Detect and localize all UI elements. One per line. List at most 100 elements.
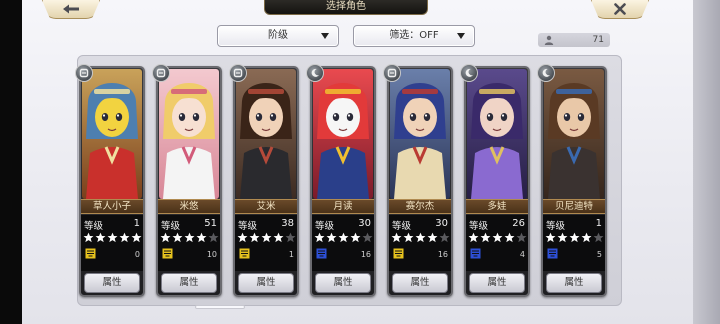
star-icon [131, 232, 142, 243]
star-icon [439, 232, 450, 243]
star-icon [83, 232, 94, 243]
star-icon [569, 232, 580, 243]
character-name: 艾米 [235, 199, 297, 214]
character-portrait[interactable] [390, 69, 450, 199]
character-portrait-art [313, 69, 373, 199]
star-icon [403, 232, 414, 243]
rank-icon [85, 248, 96, 259]
character-card[interactable]: 草人小子 等级 1 0 属性 [75, 64, 145, 297]
character-portrait[interactable] [159, 69, 219, 199]
star-rating [468, 232, 527, 243]
star-icon [415, 232, 426, 243]
star-icon [184, 232, 195, 243]
star-icon [391, 232, 402, 243]
character-card[interactable]: 贝尼迪特 等级 1 5 属性 [537, 64, 607, 297]
character-portrait[interactable] [313, 69, 373, 199]
star-icon [468, 232, 479, 243]
level-value: 1 [595, 218, 602, 229]
level-label: 等级 [546, 221, 566, 232]
character-stats: 等级 38 1 [235, 215, 297, 271]
character-stats: 等级 26 4 [466, 215, 528, 271]
character-name: 月读 [312, 199, 374, 214]
character-count: 71 [538, 33, 610, 47]
star-icon [314, 232, 325, 243]
type-badge [460, 64, 478, 82]
rank-icon [316, 248, 327, 259]
level-label: 等级 [392, 221, 412, 232]
star-icon [557, 232, 568, 243]
back-button[interactable] [42, 0, 100, 19]
rank-icon [547, 248, 558, 259]
star-icon [95, 232, 106, 243]
star-icon [285, 232, 296, 243]
character-portrait[interactable] [544, 69, 604, 199]
star-icon [261, 232, 272, 243]
level-label: 等级 [238, 221, 258, 232]
star-icon [492, 232, 503, 243]
character-portrait[interactable] [82, 69, 142, 199]
star-icon [350, 232, 361, 243]
character-card[interactable]: 赛尔杰 等级 30 16 属性 [383, 64, 453, 297]
attribute-button[interactable]: 属性 [238, 273, 294, 293]
character-portrait-art [82, 69, 142, 199]
filter-dropdown[interactable]: 筛选：OFF [353, 25, 475, 47]
star-icon [160, 232, 171, 243]
duplicate-count: 1 [288, 250, 294, 259]
star-rating [160, 232, 219, 243]
attribute-button[interactable]: 属性 [315, 273, 371, 293]
chevron-down-icon [321, 33, 329, 39]
plain-type-icon [156, 68, 166, 78]
character-stats: 等级 1 5 [543, 215, 605, 271]
character-portrait[interactable] [467, 69, 527, 199]
level-value: 30 [358, 218, 371, 229]
attribute-button[interactable]: 属性 [161, 273, 217, 293]
attribute-button[interactable]: 属性 [469, 273, 525, 293]
duplicate-count: 4 [519, 250, 525, 259]
type-badge [229, 64, 247, 82]
character-portrait[interactable] [236, 69, 296, 199]
sort-dropdown[interactable]: 阶级 [217, 25, 339, 47]
type-badge [537, 64, 555, 82]
moon-type-icon [465, 68, 473, 77]
star-icon [237, 232, 248, 243]
character-name: 米悠 [158, 199, 220, 214]
scroll-indicator[interactable] [195, 305, 245, 309]
character-portrait-art [467, 69, 527, 199]
character-card[interactable]: 米悠 等级 51 10 属性 [152, 64, 222, 297]
star-icon [362, 232, 373, 243]
level-label: 等级 [161, 221, 181, 232]
level-label: 等级 [84, 221, 104, 232]
character-card[interactable]: 多娃 等级 26 4 属性 [460, 64, 530, 297]
character-name: 赛尔杰 [389, 199, 451, 214]
star-rating [83, 232, 142, 243]
level-value: 38 [281, 218, 294, 229]
type-badge [383, 64, 401, 82]
level-value: 30 [435, 218, 448, 229]
character-stats: 等级 30 16 [312, 215, 374, 271]
user-icon [544, 35, 554, 45]
game-screen: 选择角色 阶级 筛选：OFF 71 草人小子 等级 1 0 属性 米悠 等级 5… [0, 0, 720, 324]
type-badge [75, 64, 93, 82]
plain-type-icon [79, 68, 89, 78]
character-card[interactable]: 艾米 等级 38 1 属性 [229, 64, 299, 297]
rank-icon [239, 248, 250, 259]
duplicate-count: 5 [596, 250, 602, 259]
attribute-button[interactable]: 属性 [392, 273, 448, 293]
star-icon [545, 232, 556, 243]
plain-type-icon [233, 68, 243, 78]
type-badge [306, 64, 324, 82]
close-button[interactable] [591, 0, 649, 19]
star-icon [119, 232, 130, 243]
plain-type-icon [387, 68, 397, 78]
attribute-button[interactable]: 属性 [546, 273, 602, 293]
character-card[interactable]: 月读 等级 30 16 属性 [306, 64, 376, 297]
level-label: 等级 [469, 221, 489, 232]
type-badge [152, 64, 170, 82]
level-value: 1 [133, 218, 140, 229]
rank-icon [393, 248, 404, 259]
star-icon [249, 232, 260, 243]
star-icon [326, 232, 337, 243]
attribute-button[interactable]: 属性 [84, 273, 140, 293]
sort-label: 阶级 [268, 30, 288, 41]
star-rating [237, 232, 296, 243]
